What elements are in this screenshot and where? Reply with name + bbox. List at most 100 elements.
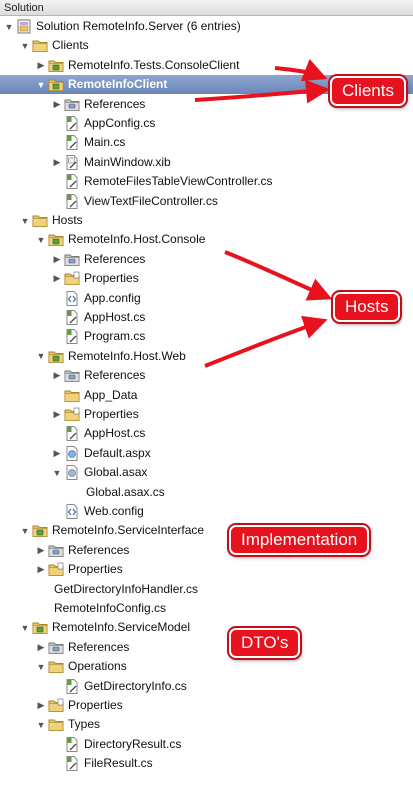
tree-item[interactable]: ▶Program.cs [0, 327, 413, 346]
tree-item[interactable]: ▼ RemoteInfo.Host.Console [0, 230, 413, 249]
tree-item-label: App_Data [84, 387, 138, 402]
tree-item[interactable]: ▶ MainWindow.xib [0, 153, 413, 172]
disclosure-right-icon[interactable]: ▶ [52, 409, 62, 420]
tree-item[interactable]: ▶ References [0, 250, 413, 269]
tree-item-label: AppHost.cs [84, 426, 146, 441]
folder-icon [48, 659, 64, 674]
disclosure-down-icon[interactable]: ▼ [36, 662, 46, 672]
tree-item[interactable]: ▶RemoteInfoConfig.cs [0, 599, 413, 618]
tree-item-label: Main.cs [84, 135, 126, 150]
disclosure-down-icon[interactable]: ▼ [36, 720, 46, 730]
folder-icon [64, 388, 80, 403]
tree-item[interactable]: ▶ Properties [0, 405, 413, 424]
project-icon [48, 232, 64, 247]
tree-item[interactable]: ▶DirectoryResult.cs [0, 735, 413, 754]
tree-item[interactable]: ▼ Types [0, 715, 413, 734]
tree-item-label: RemoteInfo.Host.Console [68, 232, 206, 247]
project-icon [48, 349, 64, 364]
tree-item-label: References [68, 639, 130, 654]
solution-panel-header: Solution [0, 0, 413, 16]
disclosure-right-icon[interactable]: ▶ [52, 157, 62, 167]
properties-folder-icon [48, 698, 64, 713]
tree-item-label: GetDirectoryInfoHandler.cs [54, 581, 199, 596]
tree-item-label: RemoteInfo.ServiceInterface [52, 523, 205, 538]
disclosure-right-icon[interactable]: ▶ [36, 60, 46, 70]
tree-item[interactable]: ▼ Operations [0, 657, 413, 676]
solution-icon [16, 19, 32, 34]
csharp-file-icon [64, 310, 80, 325]
tree-item-label: AppHost.cs [84, 310, 146, 324]
tree-item-label: Hosts [52, 213, 83, 227]
properties-folder-icon [64, 271, 80, 286]
tree-item[interactable]: ▼ Hosts [0, 211, 413, 230]
tree-item[interactable]: ▶ References [0, 366, 413, 385]
tree-item[interactable]: ▶ References [0, 638, 413, 657]
disclosure-right-icon[interactable]: ▶ [36, 700, 46, 711]
tree-item-label: ViewTextFileController.cs [84, 193, 218, 208]
disclosure-down-icon[interactable]: ▼ [4, 22, 14, 32]
tree-item-label: Properties [84, 271, 139, 286]
tree-item[interactable]: ▼ RemoteInfo.Host.Web [0, 347, 413, 366]
tree-item-label: References [84, 251, 146, 266]
tree-item[interactable]: ▶ViewTextFileController.cs [0, 192, 413, 211]
tree-item-label: Properties [68, 562, 123, 577]
disclosure-right-icon[interactable]: ▶ [36, 564, 46, 575]
project-icon [48, 77, 64, 92]
tree-item[interactable]: ▼ RemoteInfo.ServiceModel [0, 618, 413, 637]
tree-item[interactable]: ▶ RemoteInfo.Tests.ConsoleClient [0, 56, 413, 75]
tree-item-label: Global.asax.cs [86, 484, 165, 499]
csharp-file-icon [64, 174, 80, 190]
tree-item[interactable]: ▶RemoteFilesTableViewController.cs [0, 172, 413, 191]
disclosure-right-icon[interactable]: ▶ [52, 254, 62, 264]
tree-item[interactable]: ▶ Properties [0, 269, 413, 288]
csharp-file-icon [64, 135, 80, 151]
tree-item[interactable]: ▶AppHost.cs [0, 424, 413, 443]
tree-item-label: Clients [52, 38, 89, 53]
disclosure-right-icon[interactable]: ▶ [52, 370, 62, 381]
disclosure-down-icon[interactable]: ▼ [36, 235, 46, 245]
xib-file-icon [64, 154, 80, 170]
tree-item-label: RemoteInfo.Tests.ConsoleClient [68, 57, 240, 72]
disclosure-down-icon[interactable]: ▼ [36, 80, 46, 90]
tree-item[interactable]: ▼ Solution RemoteInfo.Server (6 entries) [0, 17, 413, 36]
tree-item-label: References [68, 542, 130, 557]
disclosure-right-icon[interactable]: ▶ [36, 642, 46, 652]
disclosure-right-icon[interactable]: ▶ [52, 273, 62, 284]
disclosure-down-icon[interactable]: ▼ [20, 623, 30, 633]
tree-item-label: AppConfig.cs [84, 116, 156, 130]
tree-item-label: Operations [68, 659, 127, 674]
tree-item[interactable]: ▶Web.config [0, 502, 413, 521]
folder-icon [48, 717, 64, 732]
tree-item[interactable]: ▶ Default.aspx [0, 444, 413, 463]
disclosure-down-icon[interactable]: ▼ [52, 468, 62, 478]
callout-implementation: Implementation [229, 525, 370, 555]
tree-item[interactable]: ▶AppConfig.cs [0, 114, 413, 133]
disclosure-right-icon[interactable]: ▶ [36, 545, 46, 555]
callout-dtos: DTO's [229, 628, 301, 658]
callout-clients: Clients [330, 76, 406, 106]
tree-item[interactable]: ▶App_Data [0, 386, 413, 405]
tree-item[interactable]: ▶Main.cs [0, 133, 413, 152]
tree-item[interactable]: ▶ Properties [0, 696, 413, 715]
tree-item-label: DirectoryResult.cs [84, 736, 182, 751]
references-icon [64, 252, 80, 267]
disclosure-right-icon[interactable]: ▶ [52, 448, 62, 458]
tree-item[interactable]: ▶FileResult.cs [0, 754, 413, 773]
references-icon [48, 543, 64, 558]
disclosure-down-icon[interactable]: ▼ [36, 351, 46, 361]
disclosure-down-icon[interactable]: ▼ [20, 216, 30, 226]
panel-title: Solution [4, 2, 44, 14]
tree-item[interactable]: ▼ Clients [0, 36, 413, 55]
tree-item[interactable]: ▶GetDirectoryInfo.cs [0, 677, 413, 696]
disclosure-right-icon[interactable]: ▶ [52, 99, 62, 109]
disclosure-down-icon[interactable]: ▼ [20, 526, 30, 536]
csharp-file-icon [64, 756, 80, 772]
csharp-file-icon [64, 736, 80, 752]
tree-item[interactable]: ▼ Global.asax [0, 463, 413, 482]
tree-item[interactable]: ▶GetDirectoryInfoHandler.cs [0, 580, 413, 599]
tree-item[interactable]: ▶Global.asax.cs [0, 483, 413, 502]
disclosure-down-icon[interactable]: ▼ [20, 41, 30, 51]
tree-item[interactable]: ▶ Properties [0, 560, 413, 579]
properties-folder-icon [64, 407, 80, 422]
tree-item-label: FileResult.cs [84, 756, 153, 771]
